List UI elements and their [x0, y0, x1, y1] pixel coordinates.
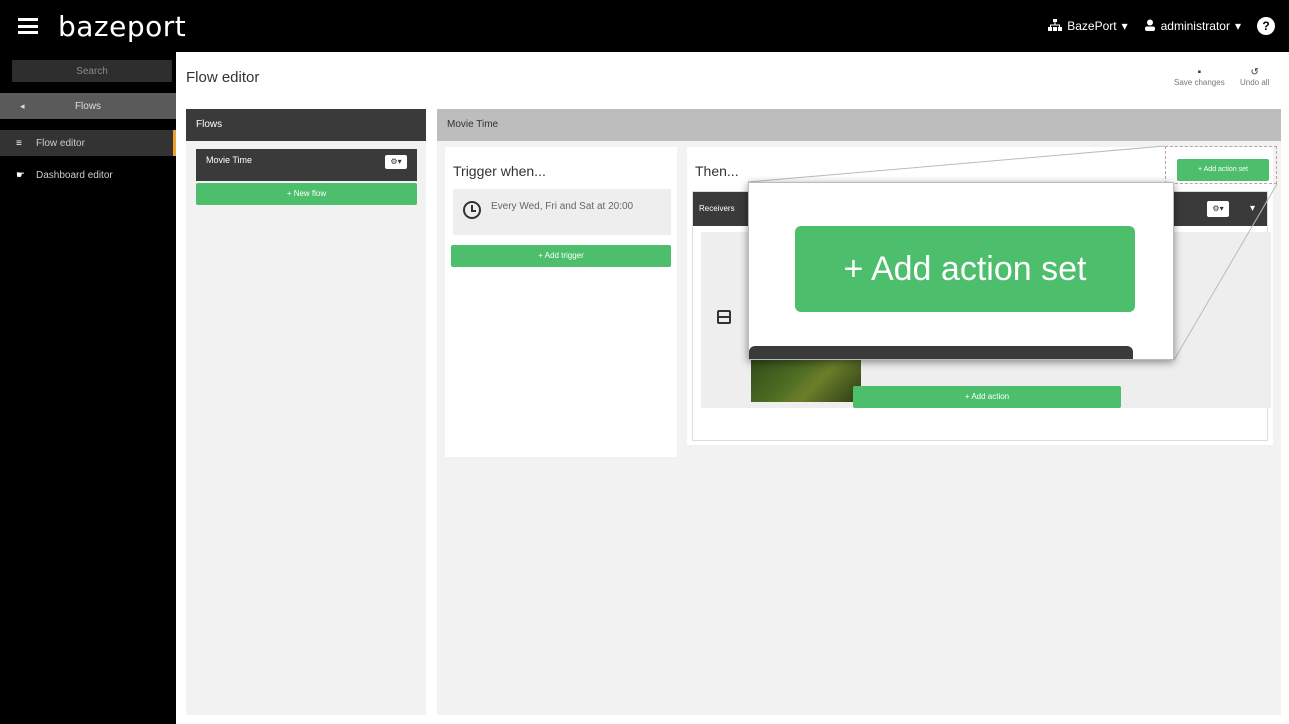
trigger-text: Every Wed, Fri and Sat at 20:00	[491, 201, 634, 212]
flow-item[interactable]: Movie Time ⚙▾	[196, 149, 417, 181]
sidebar-item-label: Dashboard editor	[36, 169, 113, 181]
search-input[interactable]	[12, 60, 172, 82]
zoom-panel: + Add action set	[748, 182, 1174, 360]
clock-icon	[463, 201, 481, 219]
then-title: Then...	[695, 163, 739, 179]
sidebar-item-dashboard-editor[interactable]: ☛ Dashboard editor	[0, 162, 176, 188]
save-label: Save changes	[1174, 78, 1225, 87]
chevron-down-icon[interactable]: ▾	[1250, 192, 1255, 226]
org-menu-label: BazePort	[1067, 19, 1117, 33]
zoom-source-box	[1165, 146, 1277, 184]
page-title: Flow editor	[186, 69, 260, 86]
movie-thumbnail	[751, 354, 861, 402]
undo-label: Undo all	[1240, 78, 1270, 87]
flows-header: Flows	[186, 109, 426, 141]
chevron-left-icon: ◂	[20, 100, 25, 111]
sitemap-icon	[1048, 18, 1063, 34]
add-action-button[interactable]: + Add action	[853, 386, 1121, 408]
top-right-menus: BazePort ▾ administrator ▾ ?	[1048, 0, 1289, 52]
flow-item-label: Movie Time	[206, 155, 253, 165]
flow-detail-header: Movie Time	[437, 109, 1281, 141]
trigger-item[interactable]: Every Wed, Fri and Sat at 20:00	[453, 189, 671, 235]
sidebar-item-label: Flow editor	[36, 137, 85, 149]
add-trigger-button[interactable]: + Add trigger	[451, 245, 671, 267]
film-icon	[717, 310, 731, 324]
pointer-icon: ☛	[16, 169, 25, 181]
undo-icon: ↺	[1250, 67, 1259, 78]
help-icon[interactable]: ?	[1257, 17, 1275, 35]
org-menu[interactable]: BazePort ▾	[1048, 18, 1128, 34]
top-bar: bazeport BazePort ▾ administrator ▾ ?	[0, 0, 1289, 52]
user-menu[interactable]: administrator ▾	[1144, 19, 1241, 34]
sidebar-back-label: Flows	[74, 100, 102, 112]
sidebar: ◂ Flows ≡ Flow editor ☛ Dashboard editor	[0, 52, 176, 724]
list-icon: ≡	[16, 137, 22, 149]
sidebar-item-flow-editor[interactable]: ≡ Flow editor	[0, 130, 176, 156]
chevron-down-icon: ▾	[1121, 19, 1128, 33]
hamburger-menu-icon[interactable]	[18, 18, 38, 34]
sidebar-back-flows[interactable]: ◂ Flows	[0, 93, 176, 119]
brand-logo[interactable]: bazeport	[58, 10, 186, 43]
action-set-label: Receivers	[699, 204, 735, 213]
gear-icon[interactable]: ⚙▾	[1207, 201, 1229, 217]
trigger-card: Trigger when... Every Wed, Fri and Sat a…	[445, 147, 677, 457]
chevron-down-icon: ▾	[1234, 19, 1241, 33]
save-changes-button[interactable]: ▪ Save changes	[1174, 67, 1225, 87]
zoomed-add-action-set-button[interactable]: + Add action set	[795, 226, 1135, 312]
flows-panel: Flows Movie Time ⚙▾ + New flow	[186, 109, 426, 715]
gear-icon[interactable]: ⚙▾	[385, 155, 407, 169]
user-menu-label: administrator	[1160, 19, 1230, 33]
zoom-action-header-strip	[749, 346, 1133, 359]
user-icon	[1144, 19, 1156, 34]
trigger-title: Trigger when...	[453, 163, 546, 179]
undo-all-button[interactable]: ↺ Undo all	[1240, 67, 1269, 87]
new-flow-button[interactable]: + New flow	[196, 183, 417, 205]
save-icon: ▪	[1197, 67, 1202, 78]
